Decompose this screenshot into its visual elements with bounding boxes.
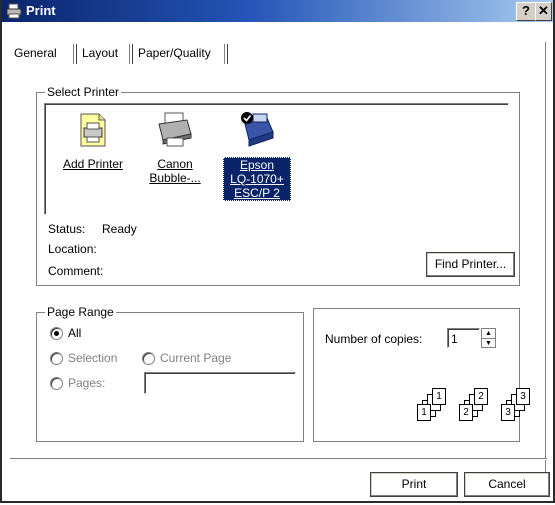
printer-icon [158,112,192,147]
tab-panel-edge [10,458,547,460]
printer-label-line: Epson [239,158,275,172]
printer-label: Canon Bubble-... [141,157,209,185]
title-bar[interactable]: Print ? ✕ [2,0,553,22]
window-title: Print [26,3,56,18]
comment-label: Comment: [48,264,104,278]
printer-label-line: Bubble-... [149,171,201,185]
printer-item-canon[interactable]: Canon Bubble-... [141,110,209,185]
printer-label: Add Printer [62,157,124,171]
help-button[interactable]: ? [516,2,536,21]
close-button[interactable]: ✕ [535,2,552,21]
copies-input[interactable]: 1 [447,328,480,348]
tab-divider [73,44,77,64]
pages-radio[interactable] [50,377,63,390]
collate-page: 2 [459,404,473,421]
all-label[interactable]: All [68,326,81,340]
printer-label-line: LQ-1070+ [230,172,284,186]
collate-page: 1 [417,404,431,421]
default-printer-icon [241,112,274,147]
add-printer-icon [80,113,106,147]
status-value: Ready [102,222,137,236]
collate-page: 3 [516,388,530,405]
status-label: Status: [48,222,86,236]
pages-label[interactable]: Pages: [68,376,105,390]
location-label: Location: [48,242,97,256]
all-radio[interactable] [50,327,63,340]
printer-item-epson[interactable]: Epson LQ-1070+ ESC/P 2 [223,110,291,201]
printer-icon [6,3,22,19]
print-dialog: Print ? ✕ General Layout Paper/Quality S… [0,0,555,503]
selection-label[interactable]: Selection [68,351,117,365]
page-range-legend: Page Range [45,305,116,319]
collate-page: 1 [432,388,446,405]
select-printer-legend: Select Printer [45,85,122,99]
tab-divider [129,44,133,64]
copies-spinner[interactable]: ▲ ▼ [481,328,496,348]
tab-divider [224,44,228,64]
current-page-radio[interactable] [142,352,155,365]
tab-paper-quality[interactable]: Paper/Quality [134,42,215,64]
print-button[interactable]: Print [370,472,458,497]
collate-page: 2 [474,388,488,405]
find-printer-button[interactable]: Find Printer... [426,252,515,277]
selection-radio[interactable] [50,352,63,365]
tab-general[interactable]: General [10,42,61,64]
printer-label-line: Canon [157,157,193,171]
printer-list[interactable]: Add Printer Canon Bubble-... Epson LQ-10… [44,103,509,215]
current-page-label[interactable]: Current Page [160,351,231,365]
collate-page: 3 [501,404,515,421]
spin-up-icon[interactable]: ▲ [482,329,495,339]
copies-label: Number of copies: [325,332,423,346]
cancel-button[interactable]: Cancel [464,472,550,497]
tab-layout[interactable]: Layout [78,42,123,64]
pages-input[interactable] [144,372,296,394]
printer-item-add-printer[interactable]: Add Printer [59,110,127,171]
spin-down-icon[interactable]: ▼ [482,339,495,348]
printer-label: Epson LQ-1070+ ESC/P 2 [223,157,291,201]
printer-label-line: ESC/P 2 [234,186,280,200]
tab-panel-edge [545,42,548,482]
